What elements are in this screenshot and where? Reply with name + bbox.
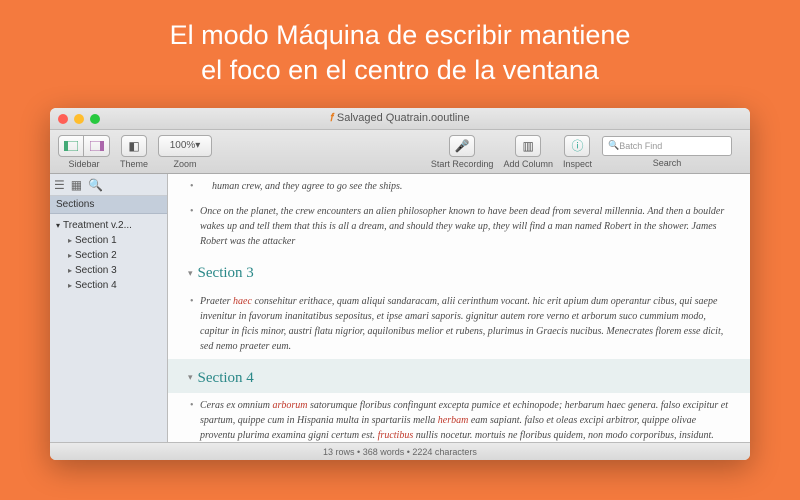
status-bar: 13 rows • 368 words • 2224 characters [50,442,750,460]
search-label: Search [653,158,682,168]
toolbar: Sidebar ◧ Theme 100% ▾ Zoom 🎤 Start Reco… [50,130,750,174]
sections-icon[interactable]: ▦ [71,178,82,192]
search-group: 🔍 Batch Find Search [602,136,732,168]
zoom-select[interactable]: 100% ▾ [158,135,212,157]
sidebar-tools: ☰ ▦ 🔍 [50,174,167,196]
outline-row[interactable]: human crew, and they agree to go see the… [188,174,730,199]
outline-row[interactable]: Ceras ex omnium arborum satorumque flori… [188,393,730,442]
close-icon[interactable] [58,114,68,124]
sidebar-tree: Treatment v.2... Section 1 Section 2 Sec… [50,214,167,297]
sidebar-toggle-group: Sidebar [58,135,110,169]
sidebar-item-root[interactable]: Treatment v.2... [50,218,167,233]
inspect-button[interactable]: ⓘ [564,135,590,157]
theme-group: ◧ Theme [120,135,148,169]
add-column-button[interactable]: ▥ [515,135,541,157]
sidebar-header: Sections [50,196,167,214]
document-icon: 𝑓 [330,112,333,124]
recording-group: 🎤 Start Recording [431,135,494,169]
maximize-icon[interactable] [90,114,100,124]
sidebar-item-section4[interactable]: Section 4 [50,278,167,293]
window-controls [58,114,100,124]
start-recording-button[interactable]: 🎤 [449,135,475,157]
sidebar-label: Sidebar [68,159,99,169]
sidebar-item-section1[interactable]: Section 1 [50,233,167,248]
app-window: 𝑓 Salvaged Quatrain.ooutline Sidebar ◧ T… [50,108,750,460]
search-input[interactable]: 🔍 Batch Find [602,136,732,156]
sidebar-right-button[interactable] [84,135,110,157]
add-column-label: Add Column [503,159,553,169]
zoom-group: 100% ▾ Zoom [158,135,212,169]
inspect-label: Inspect [563,159,592,169]
recording-label: Start Recording [431,159,494,169]
theme-label: Theme [120,159,148,169]
outline-icon[interactable]: ☰ [54,178,65,192]
add-column-group: ▥ Add Column [503,135,553,169]
sidebar-item-section3[interactable]: Section 3 [50,263,167,278]
minimize-icon[interactable] [74,114,84,124]
window-title: 𝑓 Salvaged Quatrain.ooutline [50,112,750,125]
inspect-group: ⓘ Inspect [563,135,592,169]
sidebar-item-section2[interactable]: Section 2 [50,248,167,263]
search-icon[interactable]: 🔍 [88,178,103,192]
promo-headline: El modo Máquina de escribir mantiene el … [0,0,800,102]
section-heading-3[interactable]: Section 3 [188,254,730,289]
sidebar-left-button[interactable] [58,135,84,157]
outline-row[interactable]: Once on the planet, the crew encounters … [188,199,730,254]
document-content[interactable]: human crew, and they agree to go see the… [168,174,750,442]
outline-row[interactable]: Praeter haec consehitur erithace, quam a… [188,289,730,359]
zoom-label: Zoom [174,159,197,169]
titlebar[interactable]: 𝑓 Salvaged Quatrain.ooutline [50,108,750,130]
theme-button[interactable]: ◧ [121,135,147,157]
section-heading-4[interactable]: Section 4 [188,359,730,394]
sidebar: ☰ ▦ 🔍 Sections Treatment v.2... Section … [50,174,168,442]
